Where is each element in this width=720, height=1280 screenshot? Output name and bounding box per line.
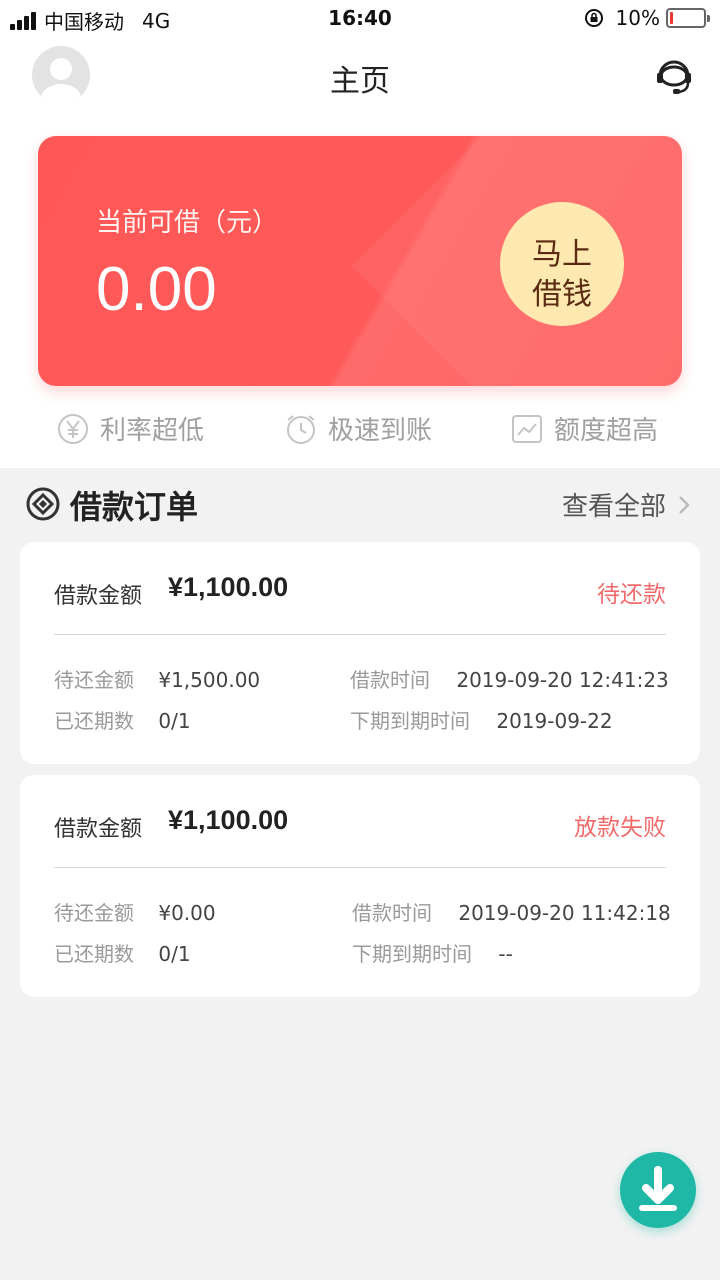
due-amount-row: 待还金额 ¥1,500.00 bbox=[54, 664, 260, 693]
view-all-label: 查看全部 bbox=[561, 492, 666, 522]
next-due-row: 下期到期时间 2019-09-22 bbox=[350, 705, 613, 734]
due-amount-value: ¥0.00 bbox=[158, 901, 216, 925]
due-amount-value: ¥1,500.00 bbox=[158, 668, 261, 692]
app-header: 主页 bbox=[0, 38, 720, 112]
feature-high-limit: 额度超高 bbox=[510, 410, 658, 447]
due-amount-row: 待还金额 ¥0.00 bbox=[54, 897, 216, 926]
borrow-button-line2: 借钱 bbox=[532, 278, 592, 311]
loan-time-row: 借款时间 2019-09-20 12:41:23 bbox=[350, 664, 669, 693]
view-all-link[interactable]: 查看全部 bbox=[562, 486, 692, 523]
loan-amount-value: ¥1,100.00 bbox=[168, 572, 289, 602]
divider bbox=[54, 634, 666, 635]
download-button[interactable] bbox=[620, 1152, 696, 1228]
periods-label: 已还期数 bbox=[54, 709, 134, 733]
periods-value: 0/1 bbox=[158, 942, 191, 966]
feature-fast: 极速到账 bbox=[284, 410, 432, 447]
next-due-label: 下期到期时间 bbox=[350, 709, 470, 733]
loan-time-row: 借款时间 2019-09-20 11:42:18 bbox=[352, 897, 671, 926]
order-status: 放款失败 bbox=[574, 815, 666, 841]
status-right: 10% bbox=[584, 6, 710, 30]
battery-icon bbox=[666, 8, 710, 28]
orders-header: 借款订单 查看全部 bbox=[0, 476, 720, 532]
order-card[interactable]: 借款金额 ¥1,100.00 待还款 待还金额 ¥1,500.00 借款时间 2… bbox=[20, 542, 700, 764]
loan-card: 当前可借（元） 0.00 马上 借钱 bbox=[38, 136, 682, 386]
borrow-now-button[interactable]: 马上 借钱 bbox=[500, 202, 624, 326]
feature-label: 极速到账 bbox=[328, 416, 433, 446]
yen-icon bbox=[58, 413, 88, 444]
loan-time-value: 2019-09-20 11:42:18 bbox=[458, 901, 671, 925]
headset-icon[interactable] bbox=[652, 54, 696, 98]
order-card[interactable]: 借款金额 ¥1,100.00 放款失败 待还金额 ¥0.00 借款时间 2019… bbox=[20, 775, 700, 997]
feature-label: 利率超低 bbox=[100, 416, 205, 446]
feature-strip: 利率超低 极速到账 额度超高 bbox=[0, 410, 720, 456]
page-title: 主页 bbox=[330, 64, 390, 99]
loan-amount-label: 借款金额 bbox=[54, 584, 143, 609]
periods-row: 已还期数 0/1 bbox=[54, 938, 191, 967]
feature-label: 额度超高 bbox=[554, 416, 659, 446]
borrow-button-line1: 马上 bbox=[532, 238, 592, 271]
rotation-lock-icon bbox=[584, 9, 603, 27]
loan-amount-label: 借款金额 bbox=[54, 817, 143, 842]
status-bar: 中国移动 4G 16:40 10% bbox=[0, 0, 720, 38]
due-amount-label: 待还金额 bbox=[54, 668, 134, 692]
available-loan-amount: 0.00 bbox=[96, 255, 217, 324]
loan-time-label: 借款时间 bbox=[350, 668, 430, 692]
order-status: 待还款 bbox=[597, 582, 666, 608]
loan-time-label: 借款时间 bbox=[352, 901, 432, 925]
periods-value: 0/1 bbox=[158, 709, 191, 733]
next-due-row: 下期到期时间 -- bbox=[352, 938, 513, 967]
chevron-right-icon bbox=[679, 495, 690, 514]
chart-icon bbox=[512, 414, 542, 443]
clock-icon bbox=[287, 414, 315, 444]
loan-amount-value: ¥1,100.00 bbox=[168, 805, 289, 835]
next-due-value: -- bbox=[498, 942, 513, 966]
feature-low-rate: 利率超低 bbox=[56, 410, 204, 447]
loan-time-value: 2019-09-20 12:41:23 bbox=[456, 668, 669, 692]
divider bbox=[54, 867, 666, 868]
periods-row: 已还期数 0/1 bbox=[54, 705, 191, 734]
battery-percent: 10% bbox=[615, 6, 660, 30]
due-amount-label: 待还金额 bbox=[54, 901, 134, 925]
next-due-label: 下期到期时间 bbox=[352, 942, 472, 966]
orders-title: 借款订单 bbox=[70, 488, 199, 526]
battery-fill bbox=[670, 12, 673, 24]
periods-label: 已还期数 bbox=[54, 942, 134, 966]
available-loan-label: 当前可借（元） bbox=[96, 208, 279, 238]
download-icon bbox=[639, 1166, 677, 1211]
diamond-icon bbox=[26, 487, 60, 521]
next-due-value: 2019-09-22 bbox=[496, 709, 613, 733]
